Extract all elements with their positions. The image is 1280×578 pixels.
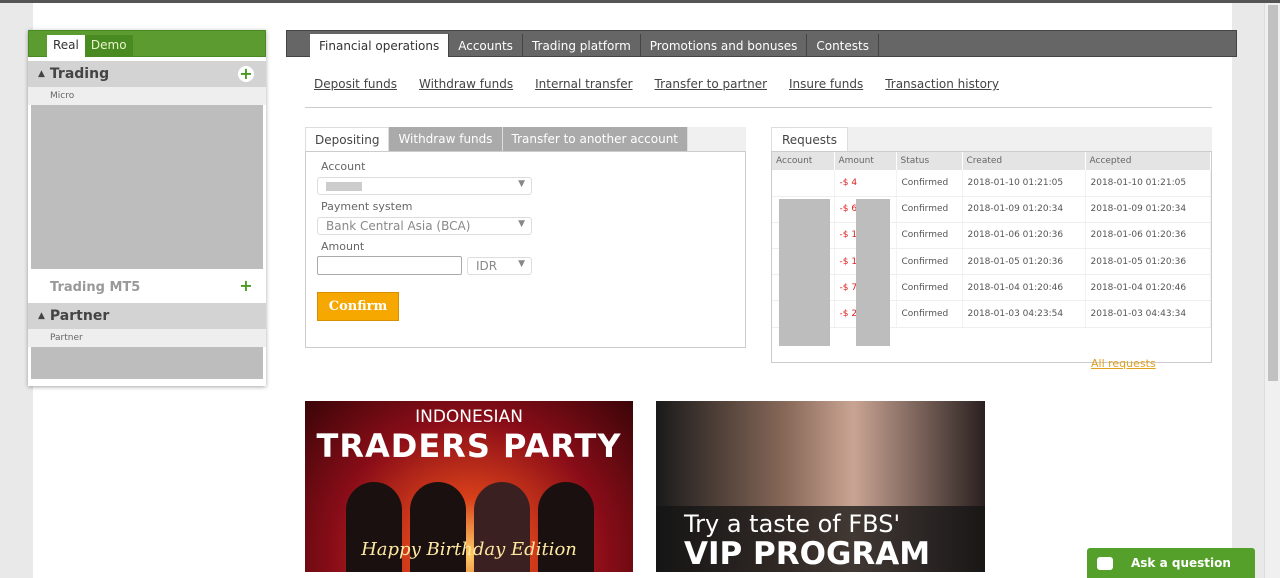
link-insure-funds[interactable]: Insure funds [789,77,863,91]
requests-table: Account Amount Status Created Accepted -… [772,152,1211,328]
section-trading[interactable]: ▲ Trading + [28,61,266,87]
all-requests-link[interactable]: All requests [1091,357,1156,370]
subheader-partner: Partner [28,329,266,347]
section-title: Partner [49,308,110,324]
cell-created: 2018-01-03 04:23:54 [962,300,1086,328]
sidebar: Real Demo ▲ Trading + Micro Trading MT5 + ▲… [28,30,266,386]
tab-requests[interactable]: Requests [771,127,848,151]
tab-promotions[interactable]: Promotions and bonuses [641,34,808,57]
tab-withdraw-funds[interactable]: Withdraw funds [389,127,503,151]
sub-navigation: Deposit funds Withdraw funds Internal tr… [314,77,999,91]
ask-question-button[interactable]: Ask a question [1087,548,1255,578]
scrollbar-thumb[interactable] [1268,5,1278,381]
tab-transfer-another-account[interactable]: Transfer to another account [502,127,689,151]
add-icon[interactable]: + [238,278,254,294]
col-created: Created [962,152,1086,170]
banner-line1: INDONESIAN [415,407,523,427]
currency-value: IDR [476,259,498,273]
tab-contests[interactable]: Contests [807,34,879,57]
currency-select[interactable]: IDR ▼ [467,257,532,275]
collapse-icon: ▲ [38,311,45,321]
cell-account [772,170,835,197]
redacted-amounts [856,199,890,346]
cell-status: Confirmed [896,196,963,223]
link-transaction-history[interactable]: Transaction history [885,77,999,91]
link-transfer-to-partner[interactable]: Transfer to partner [655,77,767,91]
cell-accepted: 2018-01-05 01:20:36 [1085,248,1211,276]
tab-depositing[interactable]: Depositing [305,127,390,151]
section-title: Trading [49,66,110,82]
cell-created: 2018-01-09 01:20:34 [962,196,1086,223]
tab-financial-operations[interactable]: Financial operations [310,34,450,57]
subheader-micro: Micro [28,87,266,105]
table-row: -$ 6 Confirmed 2018-01-09 01:20:34 2018-01-… [772,196,1211,223]
cell-accepted: 2018-01-06 01:20:36 [1085,222,1211,250]
payment-system-label: Payment system [321,200,413,213]
divider [305,107,1212,108]
hidden-accounts-block [31,105,263,269]
main-tabs: Financial operations Accounts Trading pl… [286,30,1237,57]
table-row: -$ 2 Confirmed 2018-01-03 04:23:54 2018-01-… [772,300,1211,328]
banner-line2: VIP PROGRAM [684,536,931,572]
banner-line3: Happy Birthday Edition [361,539,577,560]
cell-created: 2018-01-10 01:21:05 [962,170,1086,197]
cell-created: 2018-01-06 01:20:36 [962,222,1086,250]
cell-created: 2018-01-05 01:20:36 [962,248,1086,276]
cell-created: 2018-01-04 01:20:46 [962,274,1086,302]
cell-accepted: 2018-01-03 04:43:34 [1085,300,1211,328]
link-withdraw-funds[interactable]: Withdraw funds [419,77,513,91]
table-row: -$ 4 Confirmed 2018-01-10 01:21:05 2018-01-… [772,170,1211,197]
tab-trading-platform[interactable]: Trading platform [523,34,641,57]
account-select[interactable]: ▼ [317,177,532,195]
redacted-accounts [779,199,830,346]
requests-panel: Requests Account Amount Status Created A… [771,127,1212,370]
chevron-down-icon: ▼ [518,259,525,269]
vip-program-banner[interactable]: Try a taste of FBS' VIP PROGRAM [656,401,985,572]
collapse-icon: ▲ [38,69,45,79]
table-row: -$ 1 Confirmed 2018-01-06 01:20:36 2018-01-… [772,222,1211,250]
link-deposit-funds[interactable]: Deposit funds [314,77,397,91]
account-type-tabs: Real Demo [28,30,266,57]
amount-label: Amount [321,240,365,253]
ask-question-label: Ask a question [1131,556,1231,570]
scrollbar[interactable] [1264,3,1280,578]
section-title: Trading MT5 [50,279,141,295]
cell-accepted: 2018-01-04 01:20:46 [1085,274,1211,302]
banner-line2: TRADERS PARTY [316,427,622,465]
traders-party-banner[interactable]: INDONESIAN TRADERS PARTY Happy Birthday … [305,401,633,572]
cell-status: Confirmed [896,300,963,328]
cell-amount: -$ 4 [834,170,897,197]
cell-status: Confirmed [896,170,963,197]
section-trading-mt5[interactable]: Trading MT5 + [28,275,266,299]
tab-real[interactable]: Real [47,35,85,57]
col-amount: Amount [834,152,897,170]
cell-accepted: 2018-01-09 01:20:34 [1085,196,1211,223]
table-row: -$ 7 Confirmed 2018-01-04 01:20:46 2018-01-… [772,274,1211,302]
confirm-button[interactable]: Confirm [317,292,399,321]
deposit-panel: Depositing Withdraw funds Transfer to an… [305,127,746,348]
cell-status: Confirmed [896,248,963,276]
add-icon[interactable]: + [238,66,254,82]
col-account: Account [772,152,835,170]
tab-demo[interactable]: Demo [84,35,133,57]
account-label: Account [321,160,366,173]
hidden-partner-block [31,347,263,379]
redacted-account [326,182,362,191]
payment-system-value: Bank Central Asia (BCA) [326,219,471,233]
chevron-down-icon: ▼ [518,219,525,229]
cell-status: Confirmed [896,222,963,250]
amount-input[interactable] [317,256,462,275]
tab-accounts[interactable]: Accounts [449,34,523,57]
cell-accepted: 2018-01-10 01:21:05 [1085,170,1211,197]
cell-status: Confirmed [896,274,963,302]
link-internal-transfer[interactable]: Internal transfer [535,77,632,91]
payment-system-select[interactable]: Bank Central Asia (BCA) ▼ [317,217,532,235]
section-partner[interactable]: ▲ Partner [28,303,266,329]
chat-bubble-icon [1097,556,1113,570]
banner-line1: Try a taste of FBS' [684,510,901,538]
col-accepted: Accepted [1085,152,1211,170]
chevron-down-icon: ▼ [518,179,525,189]
col-status: Status [896,152,963,170]
table-row: -$ 1 Confirmed 2018-01-05 01:20:36 2018-01-… [772,248,1211,276]
